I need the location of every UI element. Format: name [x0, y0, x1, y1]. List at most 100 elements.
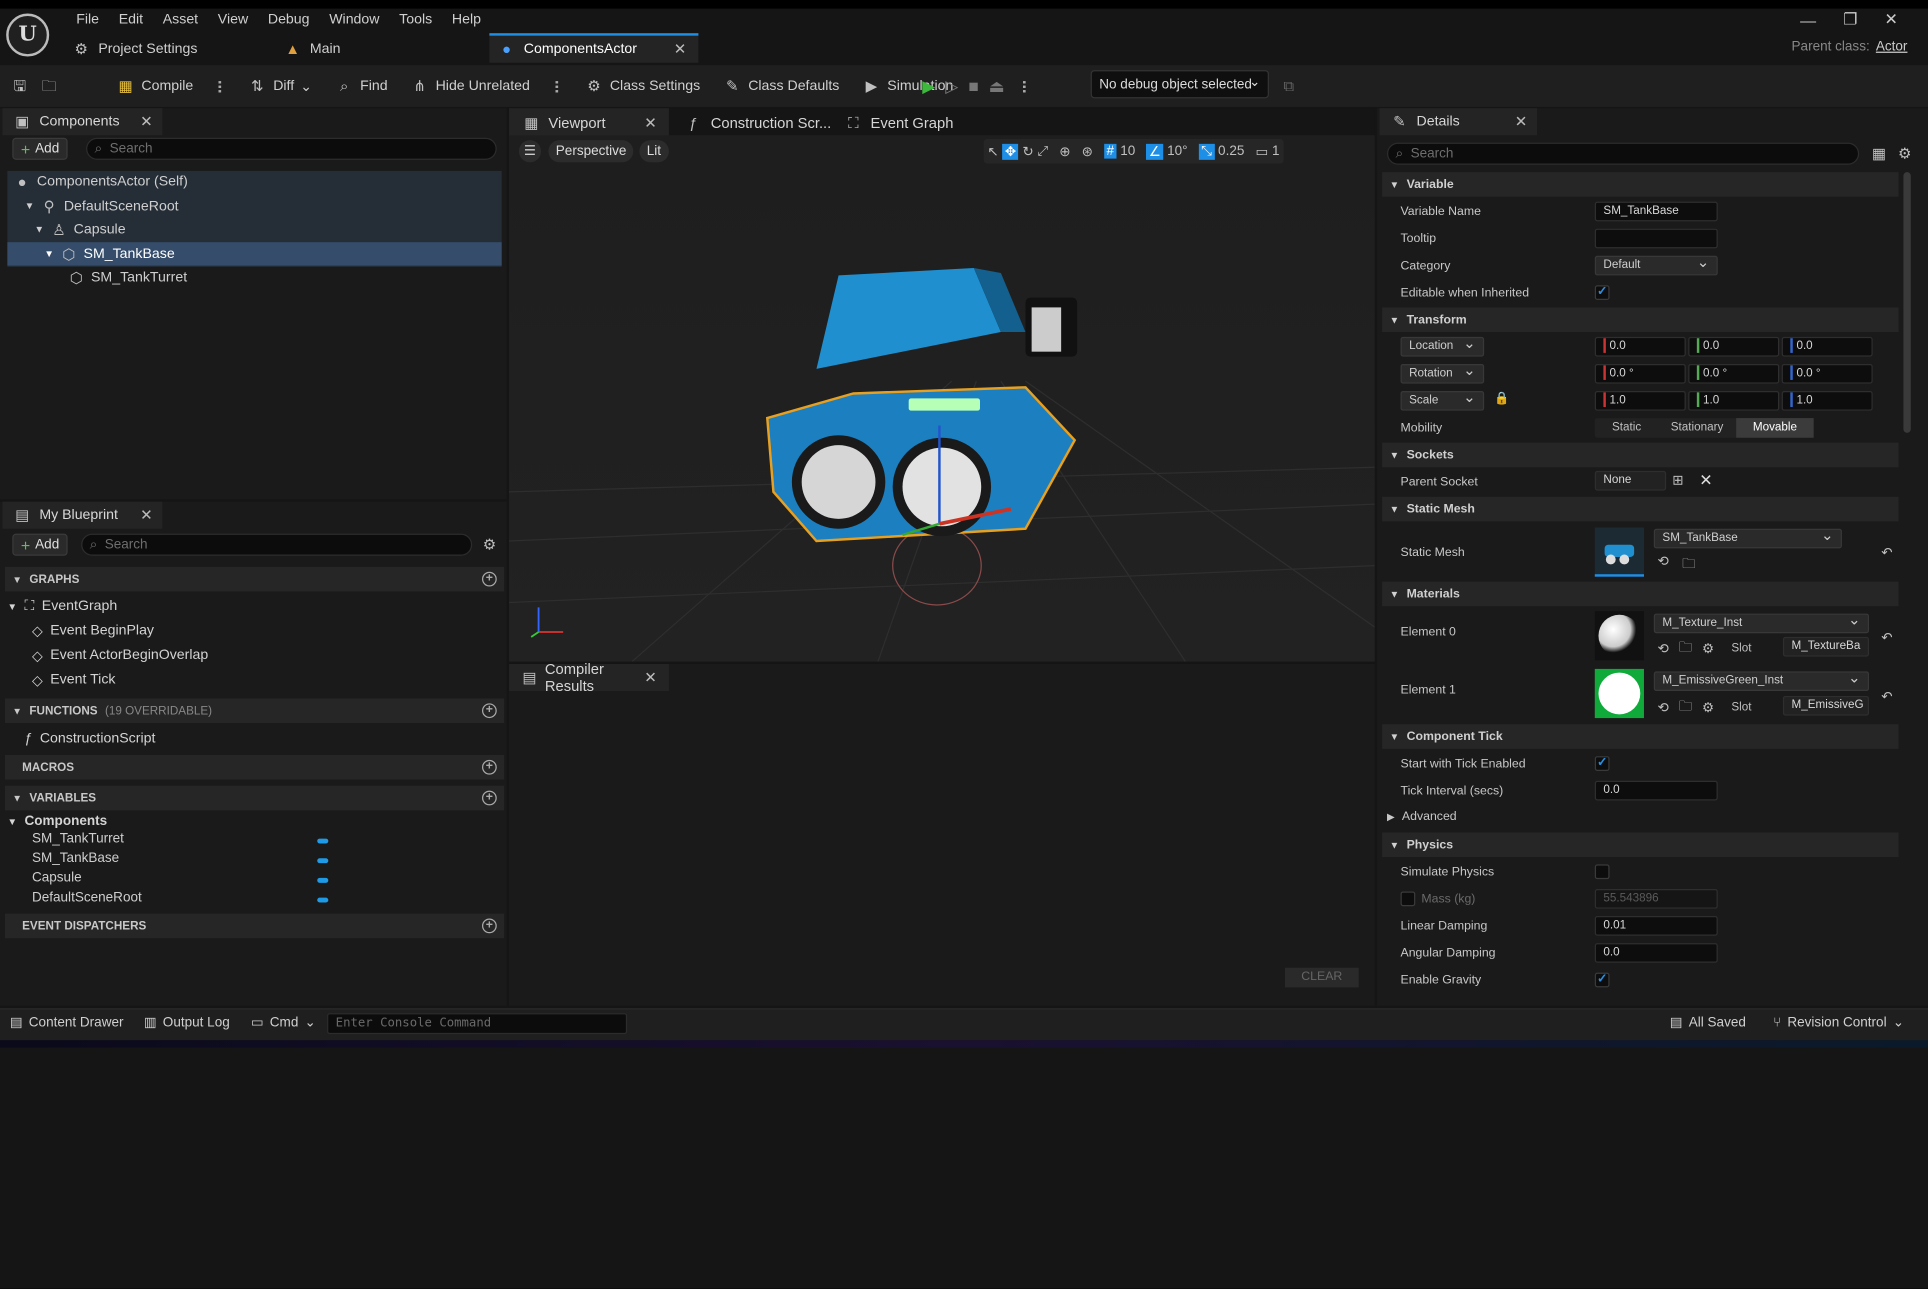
tick-interval-field[interactable]: 0.0: [1594, 780, 1718, 801]
tree-item-default-scene-root[interactable]: ▼ ⚲ DefaultSceneRoot: [7, 194, 501, 217]
collapse-arrow-icon[interactable]: ▼: [25, 200, 35, 211]
rotation-select[interactable]: Rotation: [1400, 362, 1485, 384]
rotate-tool-icon[interactable]: ↻: [1022, 143, 1033, 159]
variable-item[interactable]: SM_TankTurret: [32, 831, 333, 851]
menu-help[interactable]: Help: [442, 5, 491, 35]
linear-damping-field[interactable]: 0.01: [1594, 916, 1718, 936]
reset-to-default-icon[interactable]: ↶: [1881, 630, 1892, 646]
rotation-z-field[interactable]: 0.0 °: [1781, 363, 1873, 384]
tab-compiler-results[interactable]: ▤ Compiler Results ✕: [509, 660, 669, 695]
eject-icon[interactable]: ⏏: [989, 76, 1005, 97]
reset-to-default-icon[interactable]: ↶: [1881, 689, 1892, 705]
lock-icon[interactable]: 🔒: [1494, 392, 1509, 406]
components-category[interactable]: ▼ Components: [7, 810, 107, 832]
class-settings-button[interactable]: ⚙ Class Settings: [579, 71, 705, 101]
stop-icon[interactable]: ■: [968, 76, 978, 96]
viewport[interactable]: ☰ Perspective Lit ↖ ✥ ↻ ⤢ ⊕ ⊛ # 10 ∠ 10°…: [509, 135, 1375, 662]
property-matrix-icon[interactable]: ▦: [1869, 144, 1889, 164]
mobility-stationary[interactable]: Stationary: [1658, 418, 1735, 438]
location-select[interactable]: Location: [1400, 334, 1485, 357]
editable-when-inherited-checkbox[interactable]: ✓: [1594, 285, 1610, 301]
camera-speed-icon[interactable]: ▭: [1255, 143, 1268, 159]
menu-window[interactable]: Window: [319, 5, 389, 35]
doc-tab-main[interactable]: ▲ Main: [283, 37, 340, 62]
surface-snap-icon[interactable]: ⊛: [1082, 143, 1093, 159]
advanced-toggle[interactable]: ▶ Advanced: [1387, 810, 1457, 824]
section-variables[interactable]: ▼ VARIABLES +: [4, 785, 505, 811]
start-tick-checkbox[interactable]: ✓: [1594, 756, 1610, 771]
section-static-mesh[interactable]: ▼ Static Mesh: [1382, 496, 1899, 522]
add-dispatcher-icon[interactable]: +: [482, 918, 497, 934]
element1-thumbnail[interactable]: [1594, 668, 1644, 719]
scale-snap-icon[interactable]: ⤡: [1198, 143, 1215, 160]
perspective-button[interactable]: Perspective: [548, 140, 634, 163]
material-options-icon[interactable]: ⚙: [1702, 700, 1714, 716]
grid-snap-icon[interactable]: #: [1104, 143, 1117, 159]
debug-object-select[interactable]: No debug object selected ⌄: [1090, 70, 1269, 99]
rotation-y-field[interactable]: 0.0 °: [1688, 363, 1780, 384]
close-window-icon[interactable]: ✕: [1885, 10, 1898, 30]
category-select[interactable]: Default: [1594, 253, 1718, 276]
section-component-tick[interactable]: ▼ Component Tick: [1382, 724, 1899, 749]
menu-view[interactable]: View: [208, 5, 258, 35]
close-tab-icon[interactable]: ✕: [644, 114, 656, 131]
save-icon[interactable]: 🖫: [10, 76, 30, 96]
tab-event-graph[interactable]: ⛶ Event Graph: [831, 108, 965, 138]
use-selected-icon[interactable]: ⟲: [1658, 641, 1669, 657]
cmd-select[interactable]: ▭ Cmd ⌄: [251, 1014, 316, 1030]
diff-button[interactable]: ⇅ Diff ⌄: [242, 71, 317, 101]
event-graph-item[interactable]: ▼ ⛶ EventGraph: [7, 595, 117, 617]
unreal-logo-icon[interactable]: U: [6, 13, 50, 57]
element0-select[interactable]: M_Texture_Inst: [1653, 611, 1869, 634]
event-actorbeginoverlap-item[interactable]: ◇ Event ActorBeginOverlap: [32, 644, 208, 666]
slot1-field[interactable]: M_EmissiveG: [1782, 695, 1869, 716]
element1-select[interactable]: M_EmissiveGreen_Inst: [1653, 669, 1869, 692]
variable-item[interactable]: Capsule: [32, 871, 333, 891]
location-y-field[interactable]: 0.0: [1688, 336, 1780, 357]
gear-icon[interactable]: ⚙: [480, 535, 500, 555]
scale-z-field[interactable]: 1.0: [1781, 391, 1873, 411]
angular-damping-field[interactable]: 0.0: [1594, 943, 1718, 963]
close-tab-icon[interactable]: ✕: [140, 113, 152, 130]
static-mesh-select[interactable]: SM_TankBase: [1653, 526, 1842, 549]
find-button[interactable]: ⌕ Find: [329, 71, 392, 101]
world-space-icon[interactable]: ⊕: [1059, 143, 1070, 159]
add-variable-icon[interactable]: +: [482, 790, 497, 806]
tooltip-field[interactable]: [1594, 228, 1718, 249]
close-tab-icon[interactable]: ✕: [1515, 113, 1527, 130]
doc-tab-project-settings[interactable]: ⚙ Project Settings: [71, 37, 198, 62]
gear-icon[interactable]: ⚙: [1895, 144, 1915, 164]
add-macro-icon[interactable]: +: [482, 759, 497, 775]
mobility-movable[interactable]: Movable: [1735, 418, 1815, 438]
maximize-icon[interactable]: ❐: [1843, 10, 1857, 30]
section-physics[interactable]: ▼ Physics: [1382, 832, 1899, 858]
browse-icon[interactable]: 🗀: [39, 76, 59, 96]
play-icon[interactable]: ▶: [922, 76, 935, 97]
scale-x-field[interactable]: 1.0: [1594, 391, 1686, 411]
hide-unrelated-button[interactable]: ⋔ Hide Unrelated: [405, 71, 535, 101]
tab-construction-script[interactable]: ƒ Construction Scr...: [671, 108, 843, 138]
section-sockets[interactable]: ▼ Sockets: [1382, 442, 1899, 468]
browse-asset-icon[interactable]: 🗀: [1682, 553, 1696, 576]
close-tab-icon[interactable]: ✕: [674, 41, 686, 58]
tab-components[interactable]: ▣ Components ✕: [2, 108, 163, 136]
clear-socket-icon[interactable]: ✕: [1699, 471, 1712, 491]
socket-browse-icon[interactable]: ⊞: [1672, 472, 1683, 488]
enable-gravity-checkbox[interactable]: ✓: [1594, 972, 1610, 988]
menu-debug[interactable]: Debug: [258, 5, 319, 35]
play-options-icon[interactable]: ···: [1015, 79, 1035, 93]
collapse-arrow-icon[interactable]: ▼: [34, 224, 44, 235]
material-options-icon[interactable]: ⚙: [1702, 641, 1714, 657]
add-graph-icon[interactable]: +: [482, 571, 497, 587]
section-event-dispatchers[interactable]: EVENT DISPATCHERS +: [4, 913, 505, 939]
browse-asset-icon[interactable]: 🗀: [1679, 637, 1693, 660]
compile-button[interactable]: ▦ Compile: [111, 71, 199, 101]
content-drawer-button[interactable]: ▤ Content Drawer: [10, 1014, 124, 1030]
section-transform[interactable]: ▼ Transform: [1382, 307, 1899, 332]
add-component-button[interactable]: + Add: [12, 137, 68, 160]
variable-item[interactable]: DefaultSceneRoot: [32, 890, 333, 910]
clear-button[interactable]: CLEAR: [1284, 967, 1359, 988]
tab-details[interactable]: ✎ Details ✕: [1379, 108, 1537, 136]
collapse-arrow-icon[interactable]: ▼: [44, 248, 54, 259]
element0-thumbnail[interactable]: [1594, 611, 1644, 661]
